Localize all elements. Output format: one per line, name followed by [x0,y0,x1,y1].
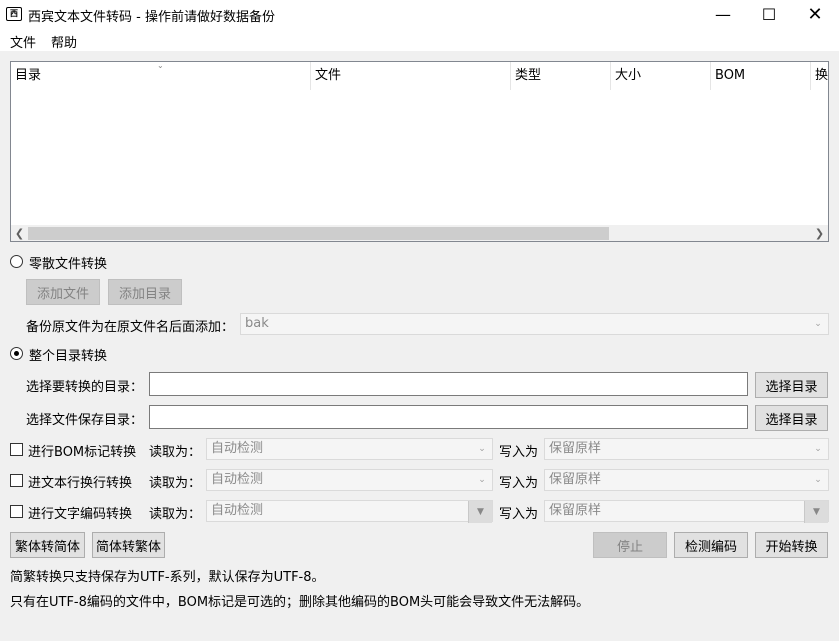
scroll-left-icon[interactable]: ❮ [11,225,28,241]
backup-suffix-value: bak [245,316,269,331]
file-list[interactable]: ⌄ 目录 文件 类型 大小 BOM 换 ❮ ❯ [10,61,829,242]
whole-directory-radio[interactable] [10,347,23,360]
choose-source-directory-button[interactable]: 选择目录 [755,372,828,398]
newline-read-label: 读取为： [149,476,202,491]
column-header-size[interactable]: 大小 [611,62,711,90]
column-header-directory[interactable]: 目录 [11,62,311,90]
column-header-file[interactable]: 文件 [311,62,511,90]
bom-convert-label[interactable]: 进行BOM标记转换 [28,441,136,460]
chevron-down-icon: ⌄ [814,444,822,454]
source-directory-label: 选择要转换的目录： [26,380,144,395]
newline-convert-checkbox[interactable] [10,474,23,487]
bom-write-label: 写入为 [499,445,539,460]
encoding-convert-checkbox[interactable] [10,505,23,518]
newline-write-label: 写入为 [499,476,539,491]
bom-read-select[interactable]: 自动检测 ⌄ [206,438,493,460]
detect-encoding-button[interactable]: 检测编码 [674,532,748,558]
save-directory-input[interactable] [149,405,748,429]
scroll-thumb[interactable] [28,227,609,240]
column-header-newline[interactable]: 换 [811,62,828,90]
minimize-icon[interactable]: — [700,0,746,29]
encoding-read-label: 读取为： [149,507,202,522]
horizontal-scrollbar[interactable]: ❮ ❯ [11,225,828,241]
chevron-down-icon[interactable]: ▼ [468,501,492,523]
save-directory-label: 选择文件保存目录： [26,413,144,428]
backup-suffix-label: 备份原文件为在原文件名后面添加： [26,320,235,335]
column-header-type[interactable]: 类型 [511,62,611,90]
bom-read-value: 自动检测 [211,441,264,456]
stop-button[interactable]: 停止 [593,532,667,558]
chevron-down-icon: ⌄ [478,475,486,485]
maximize-icon[interactable]: ☐ [746,0,792,29]
encoding-write-label: 写入为 [499,507,539,522]
chevron-down-icon: ⌄ [814,319,822,329]
menu-help[interactable]: 帮助 [51,32,77,51]
source-directory-input[interactable] [149,372,748,396]
encoding-write-select[interactable]: 保留原样 ▼ [544,500,829,523]
chevron-down-icon: ⌄ [814,475,822,485]
bom-write-value: 保留原样 [549,441,602,456]
menu-bar [0,29,839,51]
choose-save-directory-button[interactable]: 选择目录 [755,405,828,431]
simplified-to-traditional-button[interactable]: 简体转繁体 [92,532,165,558]
newline-write-value: 保留原样 [549,472,602,487]
start-convert-button[interactable]: 开始转换 [755,532,828,558]
window-title: 西宾文本文件转码 - 操作前请做好数据备份 [28,10,275,25]
add-file-button[interactable]: 添加文件 [26,279,100,305]
newline-read-select[interactable]: 自动检测 ⌄ [206,469,493,491]
chevron-down-icon: ⌄ [478,444,486,454]
encoding-write-value: 保留原样 [549,503,602,518]
whole-directory-label[interactable]: 整个目录转换 [29,345,107,364]
scroll-right-icon[interactable]: ❯ [811,225,828,241]
bom-read-label: 读取为： [149,445,202,460]
add-directory-button[interactable]: 添加目录 [108,279,182,305]
bom-write-select[interactable]: 保留原样 ⌄ [544,438,829,460]
loose-files-radio[interactable] [10,255,23,268]
newline-convert-label[interactable]: 进文本行换行转换 [28,472,132,491]
traditional-to-simplified-button[interactable]: 繁体转简体 [10,532,85,558]
close-icon[interactable]: ✕ [792,0,838,29]
encoding-read-value: 自动检测 [211,503,264,518]
backup-suffix-select[interactable]: bak ⌄ [240,313,829,335]
chevron-down-icon[interactable]: ▼ [804,501,828,523]
menu-file[interactable]: 文件 [10,32,36,51]
newline-write-select[interactable]: 保留原样 ⌄ [544,469,829,491]
newline-read-value: 自动检测 [211,472,264,487]
bom-convert-checkbox[interactable] [10,443,23,456]
loose-files-label[interactable]: 零散文件转换 [29,253,107,272]
column-header-bom[interactable]: BOM [711,62,811,90]
note-conversion: 简繁转换只支持保存为UTF-系列，默认保存为UTF-8。 [10,570,325,585]
encoding-read-select[interactable]: 自动检测 ▼ [206,500,493,523]
note-bom: 只有在UTF-8编码的文件中，BOM标记是可选的；删除其他编码的BOM头可能会导… [10,595,590,610]
app-icon: 西 [6,7,22,21]
encoding-convert-label[interactable]: 进行文字编码转换 [28,503,132,522]
